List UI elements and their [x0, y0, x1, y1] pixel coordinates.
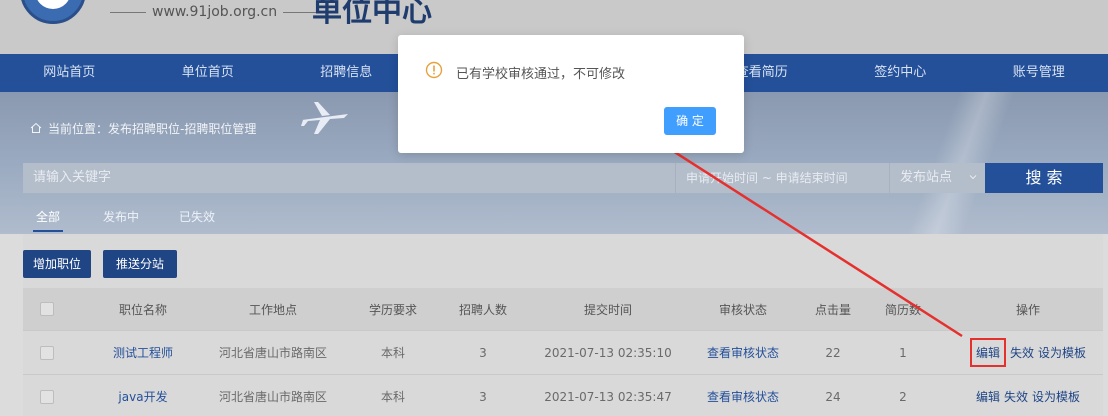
table-row: 测试工程师 河北省唐山市路南区 本科 3 2021-07-13 02:35:10…: [23, 330, 1103, 374]
home-icon: [30, 122, 42, 133]
page: www.91job.org.cn 单位中心 网站首页 单位首页 招聘信息 查看简…: [0, 0, 1108, 416]
headcount-cell: 3: [479, 345, 487, 360]
add-position-button[interactable]: 增加职位: [23, 250, 91, 278]
set-template-link[interactable]: 设为模板: [1038, 344, 1086, 361]
nav-item-account[interactable]: 账号管理: [970, 54, 1108, 92]
set-template-link[interactable]: 设为模板: [1032, 388, 1080, 405]
row-checkbox[interactable]: [35, 375, 59, 416]
expire-link[interactable]: 失效: [1010, 344, 1034, 361]
edit-link[interactable]: 编辑: [976, 388, 1000, 405]
location-cell: 河北省唐山市路南区: [218, 390, 327, 404]
push-substation-button[interactable]: 推送分站: [103, 250, 177, 278]
submit-time-cell: 2021-07-13 02:35:10: [544, 345, 672, 360]
resumes-cell: 1: [899, 345, 907, 360]
header-title: 单位中心: [312, 0, 432, 29]
col-review-status: 审核状态: [718, 302, 767, 317]
review-status-link[interactable]: 查看审核状态: [693, 331, 793, 374]
location-cell: 河北省唐山市路南区: [218, 346, 327, 360]
status-tabs: 全部 发布中 已失效: [23, 202, 1103, 234]
operations-cell: 编辑 失效 设为模板: [953, 375, 1103, 416]
tab-underline: [33, 230, 63, 232]
col-resumes: 简历数: [884, 302, 921, 317]
site-logo[interactable]: [20, 0, 86, 24]
message-dialog: 已有学校审核通过，不可修改 确 定: [398, 35, 744, 153]
position-name-link[interactable]: 测试工程师: [83, 331, 203, 374]
col-location: 工作地点: [248, 302, 297, 317]
nav-item-home[interactable]: 网站首页: [0, 54, 139, 92]
site-select[interactable]: 发布站点: [889, 163, 985, 193]
operations-cell: 编辑 失效 设为模板: [953, 331, 1103, 374]
education-cell: 本科: [380, 390, 405, 404]
date-range-picker[interactable]: 申请开始时间 ~ 申请结束时间: [675, 163, 889, 193]
col-operations: 操作: [1015, 302, 1040, 317]
headcount-cell: 3: [479, 389, 487, 404]
col-clicks: 点击量: [814, 302, 851, 317]
col-education: 学历要求: [368, 302, 417, 317]
clicks-cell: 22: [825, 345, 841, 360]
tab-all[interactable]: 全部: [36, 208, 60, 225]
table-row: java开发 河北省唐山市路南区 本科 3 2021-07-13 02:35:4…: [23, 374, 1103, 416]
clicks-cell: 24: [825, 389, 841, 404]
breadcrumb: 当前位置：发布招聘职位-招聘职位管理: [30, 120, 256, 137]
dialog-message: 已有学校审核通过，不可修改: [456, 67, 626, 82]
airplane-icon: [301, 102, 348, 134]
tab-expired[interactable]: 已失效: [179, 208, 215, 225]
site-select-label: 发布站点: [900, 170, 953, 185]
review-status-link[interactable]: 查看审核状态: [693, 375, 793, 416]
table-header: 职位名称 工作地点 学历要求 招聘人数 提交时间 审核状态 点击量 简历数 操作: [23, 288, 1103, 330]
main-content: 增加职位 推送分站 职位名称 工作地点 学历要求 招聘人数 提交时间 审核状态 …: [23, 234, 1103, 416]
row-checkbox[interactable]: [35, 331, 59, 374]
search-bar: 请输入关键字 申请开始时间 ~ 申请结束时间 发布站点 搜 索: [23, 163, 1103, 193]
education-cell: 本科: [380, 346, 405, 360]
nav-item-recruit-info[interactable]: 招聘信息: [277, 54, 416, 92]
submit-time-cell: 2021-07-13 02:35:47: [544, 389, 672, 404]
keyword-input[interactable]: 请输入关键字: [23, 163, 675, 193]
resumes-cell: 2: [899, 389, 907, 404]
col-position-name: 职位名称: [118, 302, 167, 317]
tab-published[interactable]: 发布中: [103, 208, 139, 225]
warning-icon: [425, 61, 443, 79]
col-submit-time: 提交时间: [583, 302, 632, 317]
expire-link[interactable]: 失效: [1004, 388, 1028, 405]
confirm-button[interactable]: 确 定: [664, 107, 716, 135]
nav-item-company-home[interactable]: 单位首页: [139, 54, 278, 92]
nav-item-signing[interactable]: 签约中心: [831, 54, 970, 92]
position-name-link[interactable]: java开发: [83, 375, 203, 416]
edit-link[interactable]: 编辑: [969, 338, 1006, 367]
site-url: www.91job.org.cn: [104, 4, 325, 20]
select-all-checkbox[interactable]: [35, 288, 59, 330]
chevron-down-icon: [969, 175, 977, 180]
search-button[interactable]: 搜 索: [985, 163, 1103, 193]
col-headcount: 招聘人数: [458, 302, 507, 317]
